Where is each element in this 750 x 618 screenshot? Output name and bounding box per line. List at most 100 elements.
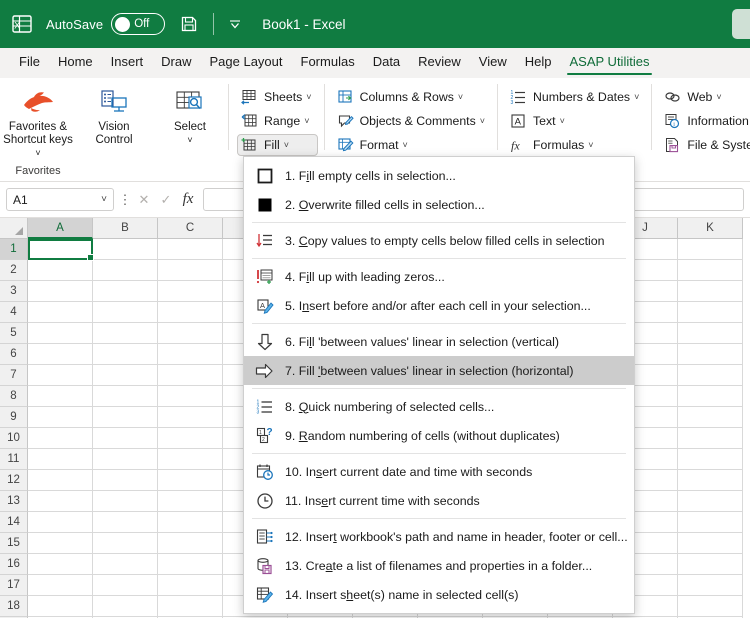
- grid-cell[interactable]: [158, 554, 223, 575]
- chevron-down-icon[interactable]: ˅: [187, 135, 192, 145]
- row-header-4[interactable]: 4: [0, 302, 28, 323]
- row-header-13[interactable]: 13: [0, 491, 28, 512]
- fill-menu-item-5[interactable]: A 5. Insert before and/or after each cell…: [244, 291, 634, 320]
- row-header-12[interactable]: 12: [0, 470, 28, 491]
- grid-cell[interactable]: [28, 428, 93, 449]
- chevron-down-icon[interactable]: ˅: [716, 92, 721, 102]
- grid-cell[interactable]: [678, 239, 743, 260]
- grid-cell[interactable]: [28, 302, 93, 323]
- favorites-shortcut-keys-button[interactable]: Favorites & Shortcut keys ˅: [0, 82, 76, 160]
- row-header-10[interactable]: 10: [0, 428, 28, 449]
- tab-data[interactable]: Data: [364, 52, 409, 74]
- grid-cell[interactable]: [93, 239, 158, 260]
- grid-cell[interactable]: [93, 554, 158, 575]
- grid-cell[interactable]: [28, 260, 93, 281]
- grid-cell[interactable]: [28, 575, 93, 596]
- chevron-down-icon[interactable]: ˅: [560, 116, 565, 126]
- fill-menu-item-12[interactable]: 12. Insert workbook's path and name in h…: [244, 522, 634, 551]
- row-header-5[interactable]: 5: [0, 323, 28, 344]
- grid-cell[interactable]: [28, 323, 93, 344]
- fill-menu-item-7[interactable]: 7. Fill 'between values' linear in selec…: [244, 356, 634, 385]
- grid-cell[interactable]: [93, 449, 158, 470]
- row-header-3[interactable]: 3: [0, 281, 28, 302]
- row-header-9[interactable]: 9: [0, 407, 28, 428]
- grid-cell[interactable]: [28, 596, 93, 617]
- grid-cell[interactable]: [93, 575, 158, 596]
- grid-cell[interactable]: [158, 260, 223, 281]
- grid-cell[interactable]: [678, 596, 743, 617]
- chevron-down-icon[interactable]: ˅: [634, 92, 639, 102]
- numbers-dates-button[interactable]: 1 2 3 Numbers & Dates ˅: [506, 86, 645, 108]
- grid-cell[interactable]: [678, 554, 743, 575]
- sheets-button[interactable]: Sheets ˅: [237, 86, 318, 108]
- row-header-16[interactable]: 16: [0, 554, 28, 575]
- row-header-6[interactable]: 6: [0, 344, 28, 365]
- grid-cell[interactable]: [28, 470, 93, 491]
- chevron-down-icon[interactable]: ˅: [304, 116, 309, 126]
- grid-cell[interactable]: [93, 323, 158, 344]
- range-button[interactable]: Range ˅: [237, 110, 318, 132]
- grid-cell[interactable]: [28, 533, 93, 554]
- grid-cell[interactable]: [678, 407, 743, 428]
- fill-button[interactable]: Fill ˅: [237, 134, 318, 156]
- fx-icon[interactable]: fx: [177, 189, 199, 211]
- row-header-2[interactable]: 2: [0, 260, 28, 281]
- row-header-14[interactable]: 14: [0, 512, 28, 533]
- tab-draw[interactable]: Draw: [152, 52, 200, 74]
- grid-cell[interactable]: [93, 596, 158, 617]
- column-header-K[interactable]: K: [678, 218, 743, 239]
- grid-cell[interactable]: [158, 575, 223, 596]
- fill-menu-item-9[interactable]: 1 2? 9. Random numbering of cells (without…: [244, 421, 634, 450]
- fill-menu-item-6[interactable]: 6. Fill 'between values' linear in selec…: [244, 327, 634, 356]
- grid-cell[interactable]: [158, 596, 223, 617]
- grid-cell[interactable]: [93, 512, 158, 533]
- grid-cell[interactable]: [28, 512, 93, 533]
- formula-bar-expand-handle[interactable]: ⋮: [117, 192, 133, 208]
- grid-cell[interactable]: [158, 239, 223, 260]
- tab-help[interactable]: Help: [516, 52, 561, 74]
- grid-cell[interactable]: [158, 491, 223, 512]
- grid-cell[interactable]: [678, 281, 743, 302]
- tab-insert[interactable]: Insert: [102, 52, 153, 74]
- grid-cell[interactable]: [158, 281, 223, 302]
- tab-asap-utilities[interactable]: ASAP Utilities: [561, 52, 659, 76]
- fill-menu-item-3[interactable]: 3. Copy values to empty cells below fill…: [244, 226, 634, 255]
- grid-cell[interactable]: [93, 533, 158, 554]
- information-button[interactable]: iInformation˅: [660, 110, 750, 132]
- row-header-8[interactable]: 8: [0, 386, 28, 407]
- grid-cell[interactable]: [158, 302, 223, 323]
- grid-cell[interactable]: [93, 428, 158, 449]
- grid-cell[interactable]: [93, 344, 158, 365]
- grid-cell[interactable]: [158, 449, 223, 470]
- column-header-A[interactable]: A: [28, 218, 93, 239]
- grid-cell[interactable]: [678, 302, 743, 323]
- fill-menu-item-8[interactable]: 1 2 3 8. Quick numbering of selected cells.…: [244, 392, 634, 421]
- formulas-button[interactable]: fx Formulas ˅: [506, 134, 645, 156]
- grid-cell[interactable]: [93, 407, 158, 428]
- grid-cell[interactable]: [678, 428, 743, 449]
- grid-cell[interactable]: [678, 533, 743, 554]
- tab-view[interactable]: View: [470, 52, 516, 74]
- grid-cell[interactable]: [28, 554, 93, 575]
- text-button[interactable]: A Text ˅: [506, 110, 645, 132]
- grid-cell[interactable]: [93, 491, 158, 512]
- close-icon[interactable]: ✕: [133, 189, 155, 211]
- grid-cell[interactable]: [678, 470, 743, 491]
- grid-cell[interactable]: [158, 512, 223, 533]
- tab-home[interactable]: Home: [49, 52, 102, 74]
- chevron-down-icon[interactable]: ˅: [306, 92, 311, 102]
- row-header-17[interactable]: 17: [0, 575, 28, 596]
- tab-file[interactable]: File: [10, 52, 49, 74]
- row-header-18[interactable]: 18: [0, 596, 28, 617]
- row-header-11[interactable]: 11: [0, 449, 28, 470]
- fill-menu-item-10[interactable]: 10. Insert current date and time with se…: [244, 457, 634, 486]
- save-icon[interactable]: [179, 14, 199, 34]
- chevron-down-icon[interactable]: ˅: [588, 140, 593, 150]
- grid-cell[interactable]: [28, 281, 93, 302]
- web-button[interactable]: Web ˅: [660, 86, 750, 108]
- format-button[interactable]: Format ˅: [333, 134, 491, 156]
- grid-cell[interactable]: [678, 512, 743, 533]
- chevron-down-icon[interactable]: ˅: [35, 148, 40, 158]
- row-header-7[interactable]: 7: [0, 365, 28, 386]
- row-header-1[interactable]: 1: [0, 239, 28, 260]
